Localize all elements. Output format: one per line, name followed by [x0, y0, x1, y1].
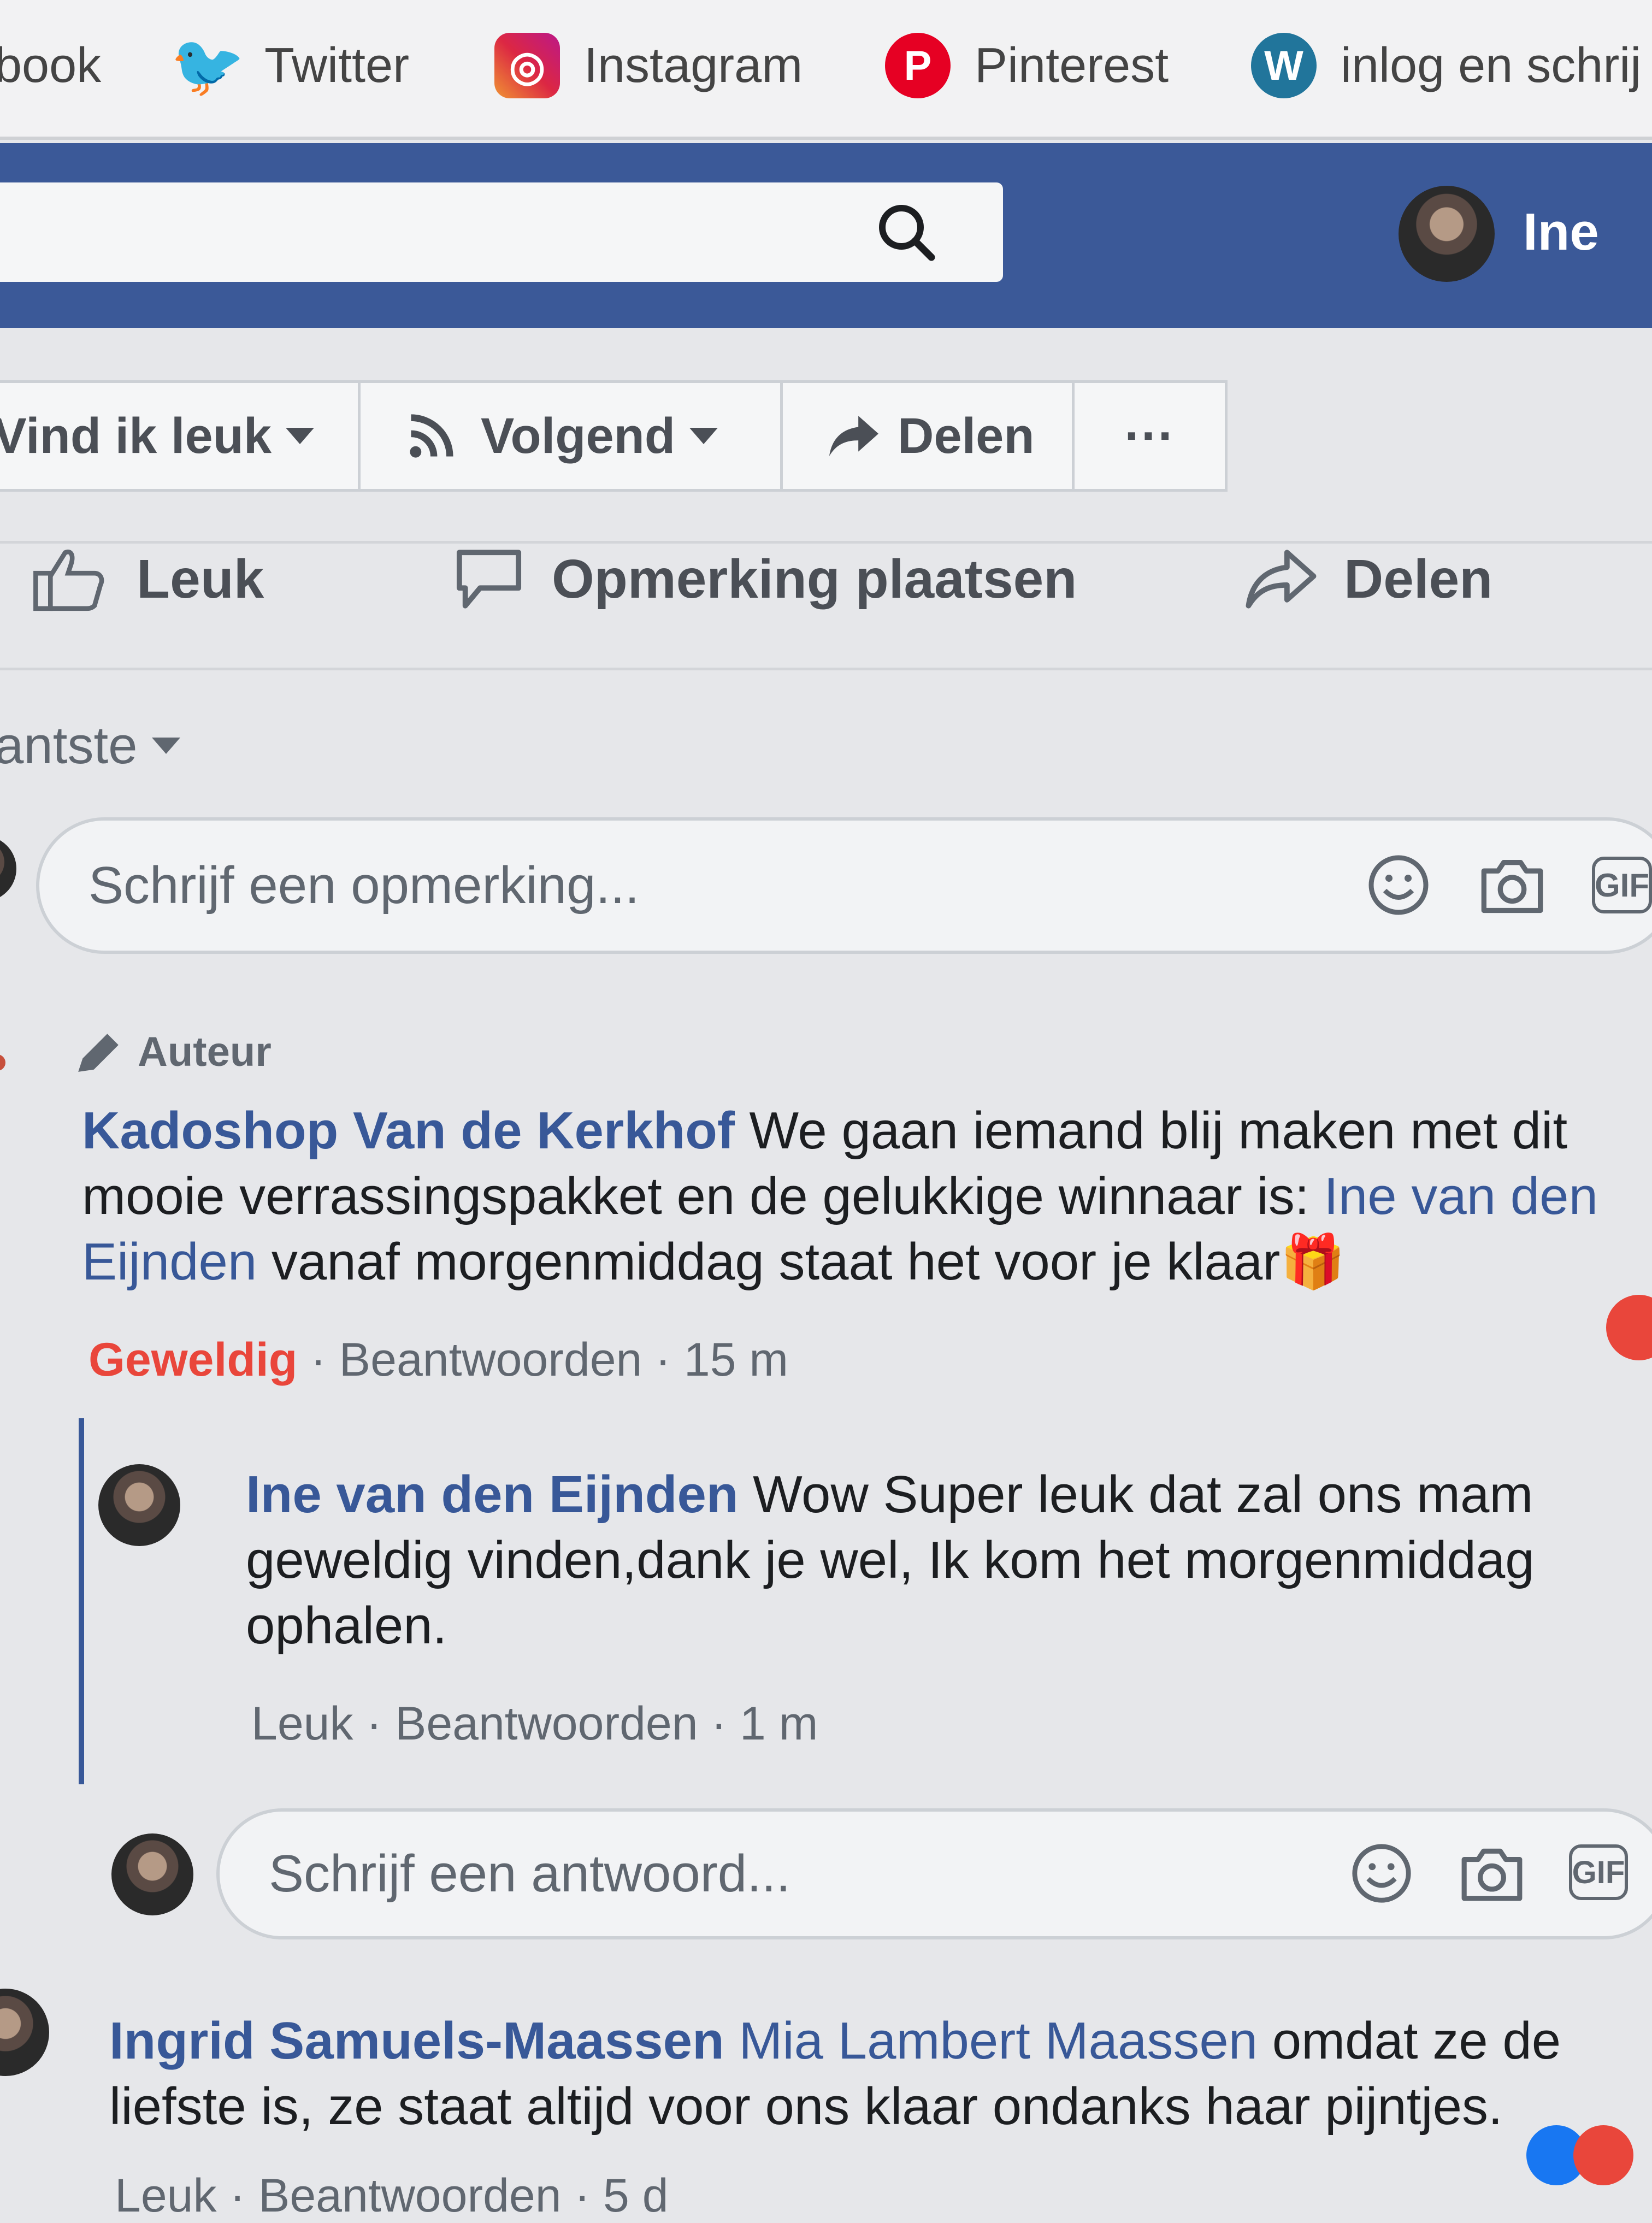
like-action-button[interactable]: Leuk — [33, 535, 264, 623]
comment-body: Kadoshop Van de Kerkhof We gaan iemand b… — [82, 1101, 1598, 1291]
bookmark-instagram[interactable]: ◎ Instagram — [494, 33, 803, 98]
camera-icon[interactable] — [1459, 1841, 1525, 1906]
bookmark-twitter[interactable]: 🐦 Twitter — [170, 32, 410, 99]
author-badge: Auteur — [71, 1027, 272, 1076]
share-page-button[interactable]: Delen — [780, 380, 1075, 492]
share-arrow-icon — [829, 416, 878, 456]
comment-action-button[interactable]: Opmerking plaatsen — [448, 535, 1077, 623]
like-link[interactable]: Leuk — [251, 1697, 353, 1750]
pencil-icon — [78, 1034, 119, 1072]
reply-author-avatar[interactable] — [98, 1464, 180, 1546]
bookmark-facebook[interactable]: book — [0, 33, 101, 98]
gif-button[interactable]: GIF — [1592, 857, 1652, 913]
share-icon — [1246, 550, 1317, 609]
divider — [0, 668, 1652, 670]
more-options-button[interactable]: ··· — [1072, 380, 1228, 492]
like-link[interactable]: Leuk — [115, 2169, 217, 2222]
comment-meta: Geweldig · Beantwoorden · 15 m — [88, 1334, 789, 1386]
instagram-icon: ◎ — [494, 33, 560, 98]
chevron-down-icon — [689, 428, 718, 444]
reply-link[interactable]: Beantwoorden — [395, 1697, 698, 1750]
replier-avatar — [111, 1833, 193, 1915]
comment-bubble-icon — [456, 550, 522, 609]
twitter-icon: 🐦 — [170, 32, 245, 99]
reply-link[interactable]: Beantwoorden — [258, 2169, 562, 2222]
profile-name[interactable]: Ine — [1523, 202, 1599, 262]
love-reaction-icon — [1606, 1295, 1652, 1360]
commenter-avatar — [0, 836, 16, 901]
comment-body: Ingrid Samuels-Maassen Mia Lambert Maass… — [109, 2012, 1561, 2136]
chevron-down-icon — [286, 428, 314, 444]
gif-button[interactable]: GIF — [1569, 1844, 1628, 1900]
bookmarks-bar: book 🐦 Twitter ◎ Instagram P Pinterest W… — [0, 0, 1652, 140]
reply-meta: Leuk · Beantwoorden · 1 m — [251, 1697, 818, 1750]
reply-thread-line — [79, 1418, 84, 1784]
comment-sort-dropdown[interactable]: antste — [0, 716, 180, 776]
gift-emoji: 🎁 — [1280, 1233, 1346, 1291]
profile-avatar[interactable] — [1399, 186, 1495, 282]
timestamp[interactable]: 15 m — [684, 1334, 788, 1386]
comment-author-link[interactable]: Ingrid Samuels-Maassen — [109, 2012, 724, 2070]
more-dots-icon: ··· — [1124, 408, 1175, 464]
pinterest-icon: P — [885, 33, 951, 98]
love-reaction-icon — [1573, 2125, 1633, 2185]
follow-button[interactable]: Volgend — [358, 380, 783, 492]
reaction-label[interactable]: Geweldig — [88, 1334, 297, 1386]
timestamp[interactable]: 1 m — [740, 1697, 818, 1750]
emoji-icon[interactable] — [1349, 1841, 1414, 1906]
reply-author-link[interactable]: Ine van den Eijnden — [246, 1465, 739, 1524]
comment-author-link[interactable]: Kadoshop Van de Kerkhof — [82, 1101, 735, 1160]
mention-link[interactable]: Mia Lambert Maassen — [739, 2012, 1258, 2070]
wordpress-icon: W — [1251, 33, 1317, 98]
reply-input[interactable]: Schrijf een antwoord... — [216, 1808, 1652, 1939]
emoji-icon[interactable] — [1366, 852, 1431, 918]
comment-author-avatar[interactable] — [0, 1989, 49, 2076]
comment-meta: Leuk · Beantwoorden · 5 d — [115, 2169, 669, 2222]
search-input[interactable] — [0, 182, 1003, 282]
camera-icon[interactable] — [1478, 852, 1546, 918]
bookmark-pinterest[interactable]: P Pinterest — [885, 33, 1169, 98]
reply-body: Ine van den Eijnden Wow Super leuk dat z… — [246, 1465, 1535, 1655]
timestamp[interactable]: 5 d — [603, 2169, 669, 2222]
like-page-button[interactable]: Vind ik leuk — [0, 380, 361, 492]
avatar-partial — [0, 1054, 5, 1071]
thumbs-up-icon — [33, 549, 104, 611]
reply-link[interactable]: Beantwoorden — [339, 1334, 642, 1386]
rss-follow-icon — [410, 414, 453, 458]
bookmark-wordpress[interactable]: W inlog en schrij — [1251, 33, 1641, 98]
share-action-button[interactable]: Delen — [1240, 535, 1492, 623]
search-icon[interactable] — [874, 200, 940, 266]
chevron-down-icon — [151, 738, 180, 754]
